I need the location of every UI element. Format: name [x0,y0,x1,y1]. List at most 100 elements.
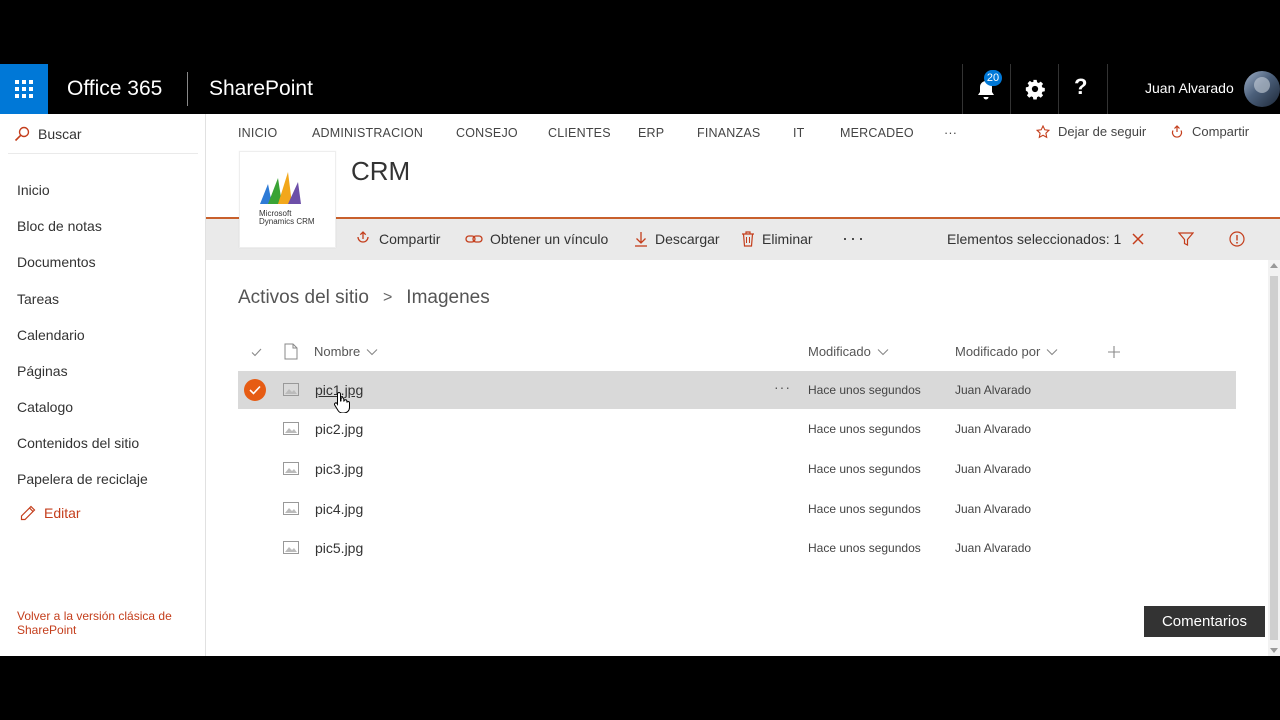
suitebar-divider [1107,64,1108,114]
cmd-share-label: Compartir [379,231,441,247]
file-name-link[interactable]: pic3.jpg [315,461,363,477]
nav-edit-button[interactable]: Editar [20,505,81,521]
site-logo[interactable]: Microsoft Dynamics CRM [239,151,336,248]
info-icon[interactable] [1229,231,1245,247]
scroll-up-arrow-icon[interactable] [1270,263,1278,268]
suitebar-divider [1010,64,1011,114]
add-column-icon[interactable] [1107,345,1121,359]
unfollow-button[interactable]: Dejar de seguir [1036,124,1146,139]
column-modified-label: Modificado [808,344,871,359]
cmd-share-button[interactable]: Compartir [354,231,440,247]
logo-text-dynamics: Dynamics CRM [259,217,315,226]
share-site-label: Compartir [1192,124,1250,139]
cmd-delete-label: Eliminar [762,231,813,247]
nav-item-papelera[interactable]: Papelera de reciclaje [17,471,148,487]
file-modified-by[interactable]: Juan Alvarado [955,502,1031,516]
image-file-icon [283,541,299,554]
row-more-button[interactable]: ··· [774,379,791,395]
nav-item-documentos[interactable]: Documentos [17,254,96,270]
pencil-icon [20,505,36,521]
topnav-item-it[interactable]: IT [793,126,805,140]
file-type-icon [284,343,298,360]
nav-item-contenidos-del-sitio[interactable]: Contenidos del sitio [17,435,139,451]
breadcrumb: Activos del sitio > Imagenes [238,287,490,309]
topnav-more-button[interactable]: ··· [944,126,957,140]
cmd-get-link-label: Obtener un vínculo [490,231,609,247]
brand-divider [187,72,188,106]
sharepoint-app-name[interactable]: SharePoint [209,77,313,101]
search-label: Buscar [38,126,82,142]
table-row[interactable]: pic3.jpg Hace unos segundos Juan Alvarad… [238,450,1236,488]
topnav-item-finanzas[interactable]: FINANZAS [697,126,760,140]
table-row[interactable]: pic1.jpg ··· Hace unos segundos Juan Alv… [238,371,1236,409]
file-modified-by[interactable]: Juan Alvarado [955,541,1031,555]
share-icon [357,231,369,243]
nav-item-inicio[interactable]: Inicio [17,182,50,198]
search-box[interactable]: Buscar [8,114,198,154]
nav-item-calendario[interactable]: Calendario [17,327,85,343]
file-modified: Hace unos segundos [808,462,921,476]
notification-badge: 20 [984,70,1002,86]
chevron-down-icon [366,348,378,355]
site-title[interactable]: CRM [351,156,410,187]
topnav-item-clientes[interactable]: CLIENTES [548,126,611,140]
table-row[interactable]: pic4.jpg Hace unos segundos Juan Alvarad… [238,490,1236,528]
nav-item-bloc-de-notas[interactable]: Bloc de notas [17,218,102,234]
feedback-button[interactable]: Comentarios [1144,606,1265,637]
trash-icon [742,231,754,247]
column-header-modified[interactable]: Modificado [808,344,889,359]
breadcrumb-separator: > [382,289,393,306]
share-site-button[interactable]: Compartir [1170,124,1249,139]
gear-icon[interactable] [1024,78,1046,100]
chevron-down-icon [877,348,889,355]
vertical-scrollbar[interactable] [1268,260,1280,656]
row-selected-check-icon[interactable] [244,379,266,401]
classic-experience-link[interactable]: Volver a la versión clásica de SharePoin… [17,609,187,637]
scroll-down-arrow-icon[interactable] [1270,648,1278,653]
download-icon [635,232,647,247]
cmd-get-link-button[interactable]: Obtener un vínculo [465,231,608,247]
topnav-item-consejo[interactable]: CONSEJO [456,126,518,140]
help-icon[interactable]: ? [1074,74,1087,100]
select-all-check-icon[interactable] [251,348,262,357]
image-file-icon [283,422,299,435]
waffle-icon [15,80,33,98]
topnav-item-erp[interactable]: ERP [638,126,664,140]
file-modified: Hace unos segundos [808,541,921,555]
table-row[interactable]: pic5.jpg Hace unos segundos Juan Alvarad… [238,529,1236,567]
nav-item-catalogo[interactable]: Catalogo [17,399,73,415]
topnav-item-mercadeo[interactable]: MERCADEO [840,126,914,140]
file-name-link[interactable]: pic5.jpg [315,540,363,556]
topnav-item-administracion[interactable]: ADMINISTRACION [312,126,423,140]
user-avatar[interactable] [1244,71,1280,107]
office365-brand[interactable]: Office 365 [67,77,162,101]
cmd-download-label: Descargar [655,231,720,247]
table-row[interactable]: pic2.jpg Hace unos segundos Juan Alvarad… [238,410,1236,448]
file-modified-by[interactable]: Juan Alvarado [955,422,1031,436]
filter-icon[interactable] [1178,231,1194,247]
search-icon [14,126,30,142]
command-bar: Compartir Obtener un vínculo Descargar E… [206,219,1280,260]
share-icon [1171,124,1183,138]
file-name-link[interactable]: pic4.jpg [315,501,363,517]
topnav-item-inicio[interactable]: INICIO [238,126,277,140]
file-modified: Hace unos segundos [808,422,921,436]
nav-item-tareas[interactable]: Tareas [17,291,59,307]
user-name[interactable]: Juan Alvarado [1145,80,1234,96]
column-header-modified-by[interactable]: Modificado por [955,344,1058,359]
app-launcher-button[interactable] [0,64,48,114]
image-file-icon [283,462,299,475]
breadcrumb-root[interactable]: Activos del sitio [238,287,369,309]
nav-item-paginas[interactable]: Páginas [17,363,68,379]
file-name-link[interactable]: pic2.jpg [315,421,363,437]
sharepoint-window: Office 365 SharePoint 20 ? Juan Alvarado… [0,64,1280,656]
cmd-delete-button[interactable]: Eliminar [741,231,813,247]
close-icon[interactable] [1131,232,1145,246]
file-modified-by[interactable]: Juan Alvarado [955,383,1031,397]
cmd-more-button[interactable]: ··· [842,228,866,249]
file-modified-by[interactable]: Juan Alvarado [955,462,1031,476]
cmd-download-button[interactable]: Descargar [634,231,720,247]
nav-edit-label: Editar [44,505,81,521]
scroll-thumb[interactable] [1270,276,1278,640]
column-header-name[interactable]: Nombre [314,344,378,359]
